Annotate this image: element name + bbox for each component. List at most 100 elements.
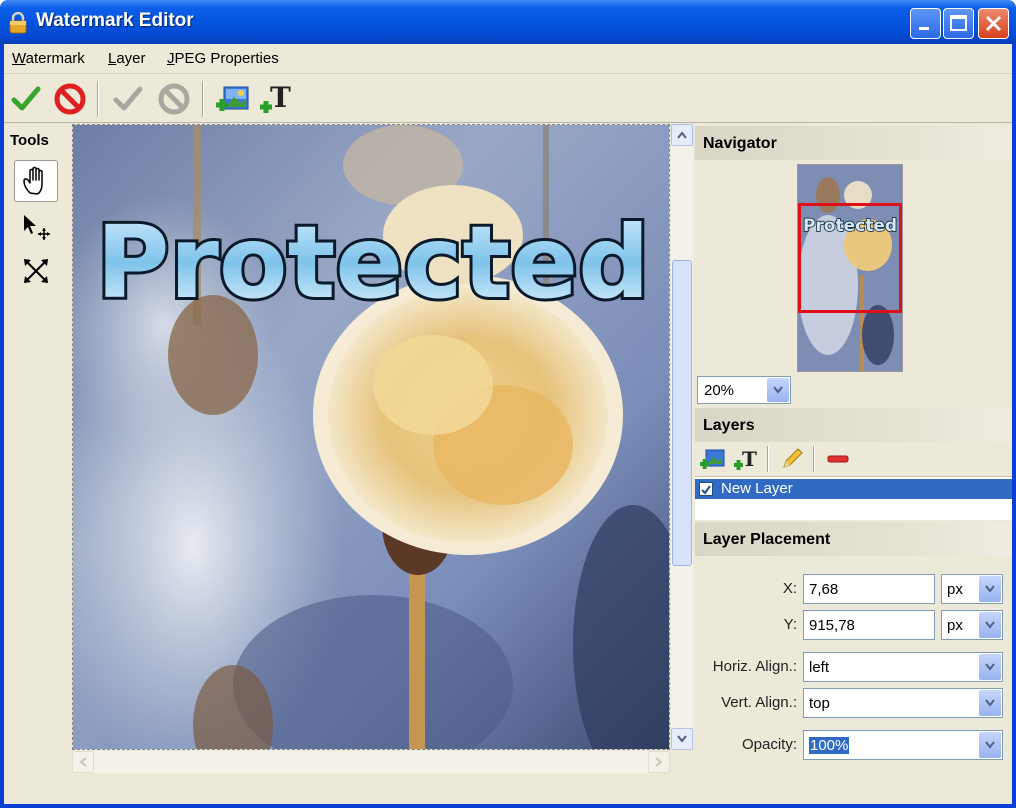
menu-watermark[interactable]: Watermark bbox=[12, 50, 85, 67]
chevron-up-icon bbox=[677, 131, 687, 139]
layer-edit-button[interactable] bbox=[777, 444, 807, 474]
add-image-layer-button[interactable] bbox=[212, 79, 252, 119]
scroll-right-button[interactable] bbox=[648, 751, 670, 773]
move-tool-icon bbox=[24, 215, 50, 240]
zoom-select[interactable]: 20% bbox=[697, 376, 791, 404]
svg-text:T: T bbox=[742, 447, 757, 471]
close-icon bbox=[985, 15, 1002, 32]
remove-icon bbox=[827, 455, 849, 463]
x-unit-select[interactable]: px bbox=[941, 574, 1003, 604]
add-text-layer-icon: T bbox=[734, 447, 757, 471]
chevron-down-icon bbox=[985, 699, 995, 707]
chevron-down-icon bbox=[985, 621, 995, 629]
maximize-button[interactable] bbox=[943, 8, 974, 39]
opacity-dropdown-button[interactable] bbox=[979, 732, 1001, 758]
y-input[interactable]: 915,78 bbox=[803, 610, 935, 640]
chevron-left-icon bbox=[79, 757, 87, 767]
layer-name: New Layer bbox=[721, 480, 793, 497]
chevron-down-icon bbox=[677, 735, 687, 743]
title-bar[interactable]: Watermark Editor bbox=[0, 0, 1016, 44]
chevron-down-icon bbox=[985, 741, 995, 749]
zoom-value: 20% bbox=[704, 382, 735, 399]
layers-toolbar: T bbox=[695, 444, 1012, 476]
navigator-viewport-frame[interactable] bbox=[798, 203, 902, 313]
fit-tool-icon bbox=[24, 259, 48, 283]
navigator-thumbnail[interactable]: Protected bbox=[797, 164, 903, 372]
close-button[interactable] bbox=[978, 8, 1009, 39]
scroll-up-button[interactable] bbox=[671, 124, 693, 146]
menu-jpeg-properties[interactable]: JPEG Properties bbox=[167, 50, 279, 67]
checkmark-icon bbox=[701, 485, 711, 495]
layer-delete-button[interactable] bbox=[823, 444, 853, 474]
apply-disabled-icon bbox=[113, 86, 143, 111]
move-tool-button[interactable] bbox=[14, 206, 58, 248]
y-unit-select[interactable]: px bbox=[941, 610, 1003, 640]
minimize-button[interactable] bbox=[910, 8, 941, 39]
app-window: Watermark Editor Watermark Layer JPEG Pr… bbox=[0, 0, 1016, 808]
menu-jpeg-key: J bbox=[167, 50, 175, 67]
layers-toolbar-separator bbox=[767, 446, 769, 472]
layer-row[interactable]: New Layer bbox=[695, 479, 1012, 499]
watermark-text[interactable]: Protected bbox=[93, 201, 652, 324]
navigator-header: Navigator bbox=[695, 126, 1012, 160]
horiz-align-select[interactable]: left bbox=[803, 652, 1003, 682]
cancel-icon bbox=[54, 83, 86, 115]
photo-preview: Protected bbox=[73, 125, 669, 749]
tools-panel: Tools bbox=[4, 124, 70, 804]
apply-icon bbox=[11, 86, 41, 111]
scroll-down-button[interactable] bbox=[671, 728, 693, 750]
x-unit-value: px bbox=[947, 581, 963, 598]
layers-toolbar-separator bbox=[813, 446, 815, 472]
apply-button[interactable] bbox=[6, 79, 46, 119]
layer-visibility-checkbox[interactable] bbox=[699, 482, 713, 496]
x-value: 7,68 bbox=[809, 581, 839, 598]
menu-layer-label: ayer bbox=[116, 50, 146, 67]
cancel-disabled-icon bbox=[158, 83, 190, 115]
image-canvas[interactable]: Protected bbox=[72, 124, 670, 750]
layer-add-image-button[interactable] bbox=[697, 444, 727, 474]
cancel-button[interactable] bbox=[50, 79, 90, 119]
chevron-down-icon bbox=[773, 386, 783, 394]
chevron-down-icon bbox=[985, 585, 995, 593]
opacity-value: 100% bbox=[809, 737, 850, 754]
vertical-scrollbar[interactable] bbox=[671, 124, 693, 750]
menu-watermark-key: W bbox=[12, 50, 26, 67]
fit-tool-button[interactable] bbox=[14, 250, 58, 292]
y-unit-value: px bbox=[947, 617, 963, 634]
cancel-disabled-button[interactable] bbox=[154, 79, 194, 119]
zoom-dropdown-button[interactable] bbox=[767, 378, 789, 402]
hand-tool-icon bbox=[23, 166, 43, 195]
status-bar bbox=[4, 776, 695, 804]
vert-align-label: Vert. Align.: bbox=[721, 694, 797, 711]
horiz-align-dropdown-button[interactable] bbox=[979, 654, 1001, 680]
opacity-select[interactable]: 100% bbox=[803, 730, 1003, 760]
toolbar: T bbox=[4, 75, 1012, 123]
hand-tool-button[interactable] bbox=[14, 160, 58, 202]
add-image-layer-icon bbox=[700, 449, 725, 469]
layer-add-text-button[interactable]: T bbox=[731, 444, 761, 474]
svg-text:T: T bbox=[270, 81, 291, 114]
pencil-icon bbox=[783, 448, 803, 468]
vert-align-select[interactable]: top bbox=[803, 688, 1003, 718]
client-area: Watermark Layer JPEG Properties T Tools … bbox=[4, 44, 1012, 804]
add-text-layer-icon: T bbox=[260, 81, 291, 114]
apply-disabled-button[interactable] bbox=[108, 79, 148, 119]
menu-layer[interactable]: Layer bbox=[108, 50, 146, 67]
vert-align-dropdown-button[interactable] bbox=[979, 690, 1001, 716]
scroll-left-button[interactable] bbox=[72, 751, 94, 773]
x-unit-dropdown-button[interactable] bbox=[979, 576, 1001, 602]
layers-list[interactable]: New Layer bbox=[695, 476, 1012, 520]
maximize-icon bbox=[950, 15, 967, 31]
add-text-layer-button[interactable]: T bbox=[256, 79, 296, 119]
y-value: 915,78 bbox=[809, 617, 855, 634]
horiz-align-label: Horiz. Align.: bbox=[712, 658, 797, 675]
y-unit-dropdown-button[interactable] bbox=[979, 612, 1001, 638]
tools-label: Tools bbox=[10, 132, 49, 149]
lock-icon bbox=[9, 12, 27, 34]
horizontal-scrollbar[interactable] bbox=[72, 751, 670, 773]
y-label: Y: bbox=[783, 616, 797, 633]
vertical-scroll-thumb[interactable] bbox=[672, 260, 692, 566]
window-title: Watermark Editor bbox=[36, 10, 194, 31]
add-image-layer-icon bbox=[216, 86, 249, 111]
x-input[interactable]: 7,68 bbox=[803, 574, 935, 604]
